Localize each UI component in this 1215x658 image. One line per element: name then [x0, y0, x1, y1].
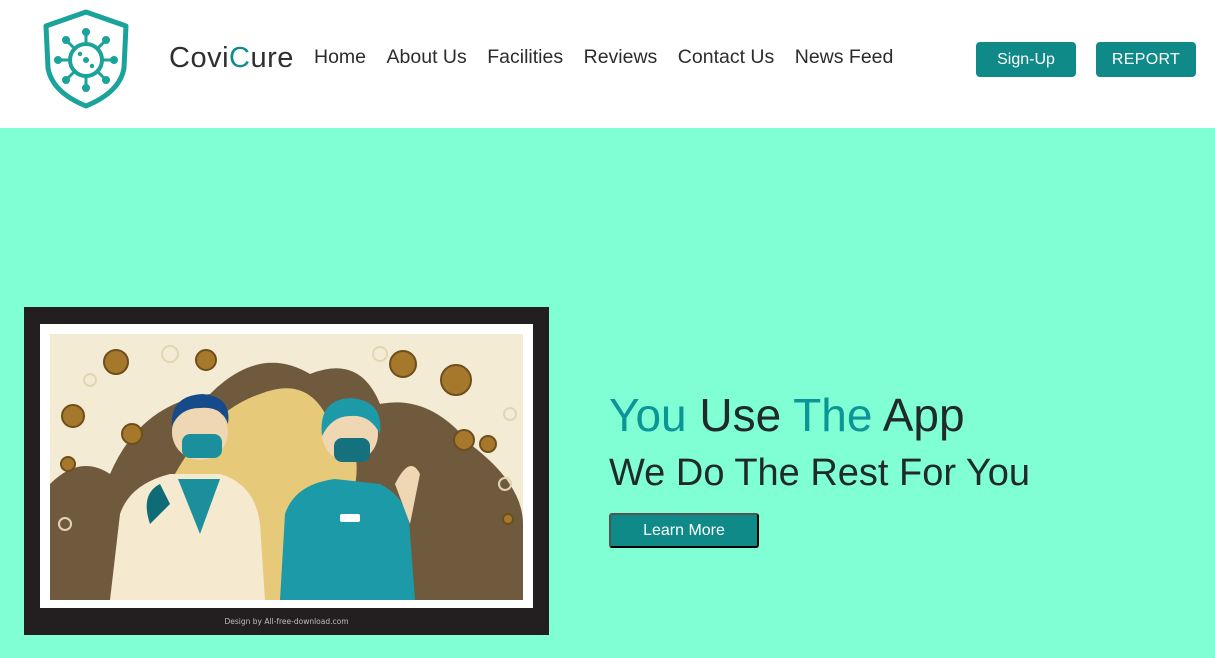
headline-word-3: The	[793, 389, 873, 441]
headline-word-1: You	[609, 389, 687, 441]
brand-name[interactable]: CoviCure	[169, 42, 294, 75]
site-header: CoviCure Home About Us Facilities Review…	[0, 0, 1215, 128]
headline-word-4: App	[882, 389, 965, 441]
brand-part-1: Covi	[169, 42, 230, 74]
nav-home[interactable]: Home	[314, 46, 366, 69]
hero-subheadline: We Do The Rest For You	[609, 452, 1031, 494]
sign-up-button[interactable]: Sign-Up	[976, 42, 1076, 77]
report-button[interactable]: REPORT	[1096, 42, 1196, 77]
hero-illustration: Design by All-free-download.com	[24, 307, 549, 635]
brand-part-2: C	[229, 42, 251, 74]
headline-word-2: Use	[699, 389, 782, 441]
medical-workers-illustration	[50, 334, 523, 600]
illustration-credit: Design by All-free-download.com	[224, 617, 349, 626]
brand-part-3: ure	[250, 42, 294, 74]
nav-about-us[interactable]: About Us	[387, 46, 467, 69]
learn-more-button[interactable]: Learn More	[609, 513, 759, 548]
nav-reviews[interactable]: Reviews	[584, 46, 658, 69]
nav-news-feed[interactable]: News Feed	[795, 46, 894, 69]
main-nav: Home About Us Facilities Reviews Contact…	[314, 46, 914, 69]
nav-contact-us[interactable]: Contact Us	[678, 46, 774, 69]
hero-headline: You Use The App	[609, 388, 965, 442]
nav-facilities[interactable]: Facilities	[487, 46, 563, 69]
virus-shield-logo-icon[interactable]	[40, 8, 132, 110]
